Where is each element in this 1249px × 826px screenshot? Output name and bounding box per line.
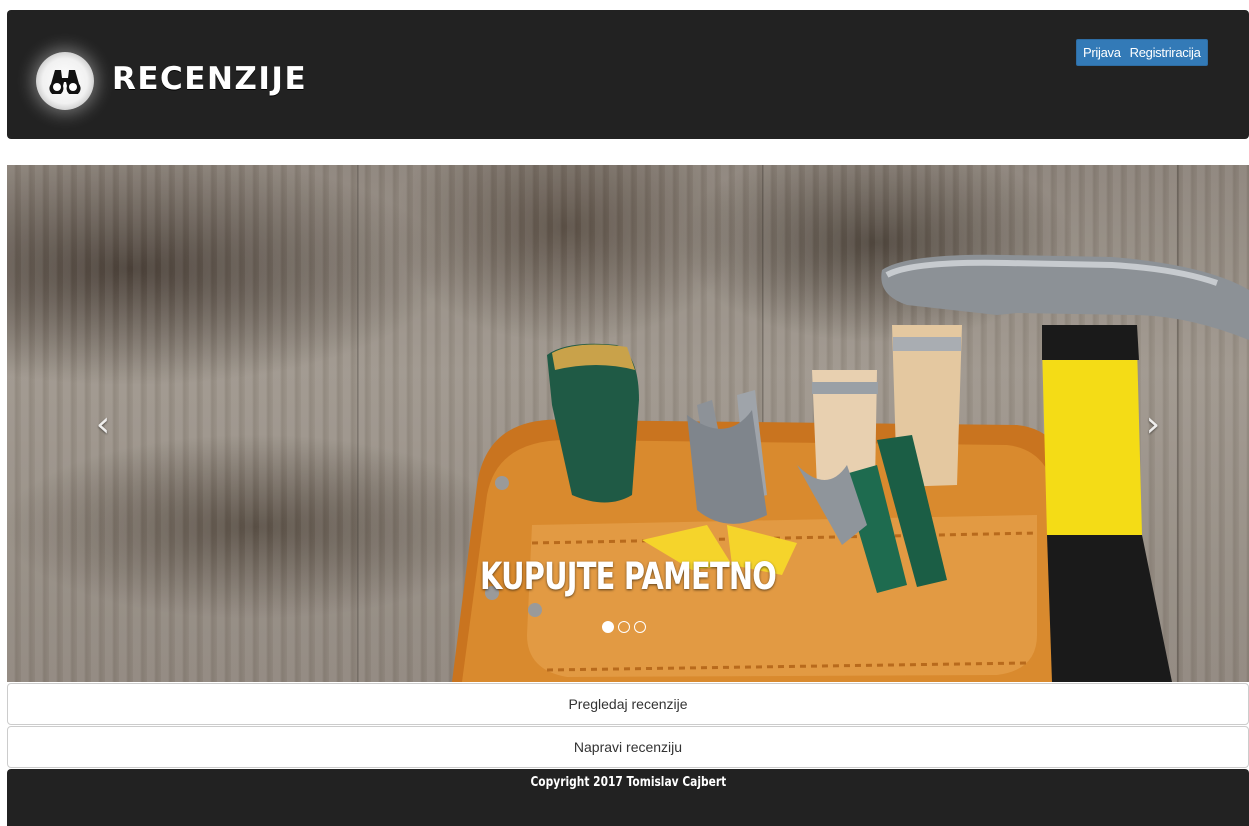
carousel-indicator-1[interactable] [602,621,614,633]
copyright-text: Copyright 2017 Tomislav Cajbert [530,775,726,790]
browse-reviews-button[interactable]: Pregledaj recenzije [7,683,1249,725]
carousel-indicator-3[interactable] [634,621,646,633]
carousel-next-button[interactable]: › [1133,400,1173,450]
create-review-button[interactable]: Napravi recenziju [7,726,1249,768]
login-link[interactable]: Prijava [1083,45,1121,60]
carousel-indicator-2[interactable] [618,621,630,633]
site-footer: Copyright 2017 Tomislav Cajbert [7,769,1249,826]
binoculars-icon [49,70,81,94]
chevron-right-icon: › [1145,404,1161,445]
slide-caption: KUPUJTE PAMETNO [479,555,777,598]
register-link[interactable]: Registriracija [1130,45,1201,60]
slide-image [452,254,1249,682]
logo[interactable] [36,52,94,110]
auth-links: Prijava Registriracija [1076,39,1208,66]
site-header: RECENZIJE Prijava Registriracija [7,10,1249,139]
brand-title[interactable]: RECENZIJE [112,61,307,97]
hero-carousel: ‹ › KUPUJTE PAMETNO [7,165,1249,682]
chevron-left-icon: ‹ [95,404,111,445]
carousel-prev-button[interactable]: ‹ [83,400,123,450]
carousel-indicators [602,621,646,633]
